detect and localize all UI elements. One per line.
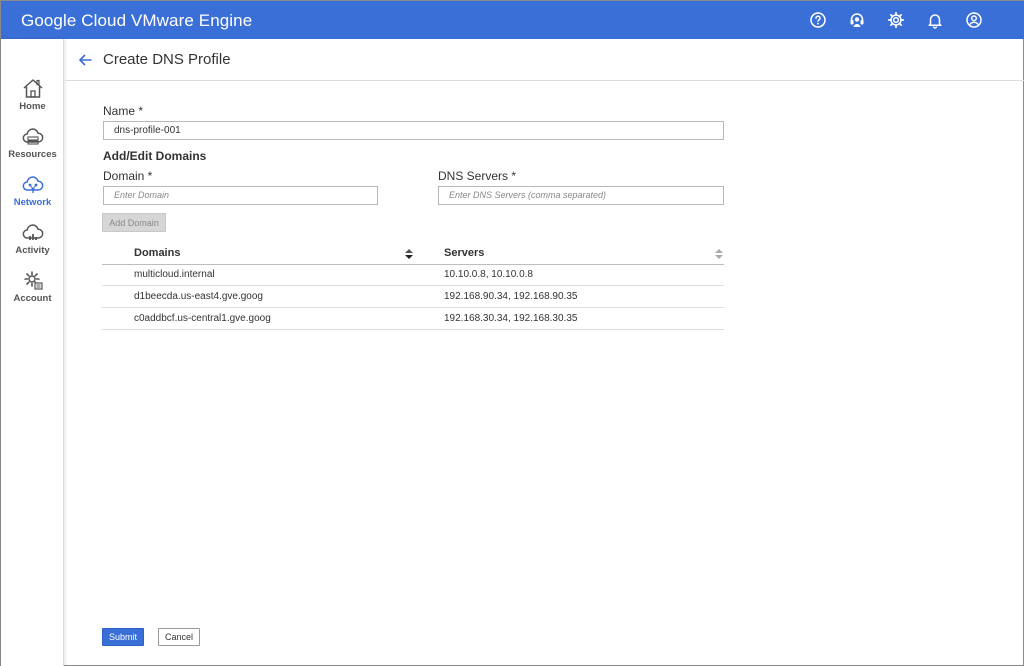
sort-icon[interactable] bbox=[404, 247, 414, 259]
column-header-servers[interactable]: Servers bbox=[444, 242, 484, 264]
domain-label: Domain * bbox=[103, 169, 153, 183]
app-window: Google Cloud VMware Engine Home Resource… bbox=[0, 0, 1024, 666]
add-edit-domains-title: Add/Edit Domains bbox=[103, 149, 207, 163]
sort-icon[interactable] bbox=[714, 247, 724, 259]
sidebar-item-home[interactable]: Home bbox=[1, 77, 64, 121]
servers-cell: 192.168.30.34, 192.168.30.35 bbox=[444, 313, 578, 324]
sidebar-item-activity[interactable]: Activity bbox=[1, 221, 64, 265]
domain-cell: multicloud.internal bbox=[134, 269, 215, 280]
sidebar: Home Resources Network Activity Account bbox=[1, 39, 64, 666]
add-domain-button[interactable]: Add Domain bbox=[102, 213, 166, 232]
table-row[interactable]: c0addbcf.us-central1.gve.goog 192.168.30… bbox=[102, 308, 724, 330]
page-title: Create DNS Profile bbox=[103, 51, 231, 68]
table-row[interactable]: d1beecda.us-east4.gve.goog 192.168.90.34… bbox=[102, 286, 724, 308]
app-title: Google Cloud VMware Engine bbox=[21, 11, 253, 30]
sidebar-item-label: Resources bbox=[8, 149, 57, 160]
settings-icon[interactable] bbox=[887, 11, 905, 29]
servers-cell: 10.10.0.8, 10.10.0.8 bbox=[444, 269, 533, 280]
home-icon bbox=[23, 79, 42, 98]
servers-cell: 192.168.90.34, 192.168.90.35 bbox=[444, 291, 578, 302]
submit-button[interactable]: Submit bbox=[102, 628, 144, 646]
dns-servers-input[interactable] bbox=[438, 186, 724, 205]
help-icon[interactable] bbox=[809, 11, 827, 29]
cloud-icon bbox=[22, 128, 43, 145]
notifications-icon[interactable] bbox=[926, 11, 944, 29]
sidebar-item-resources[interactable]: Resources bbox=[1, 125, 64, 169]
top-bar: Google Cloud VMware Engine bbox=[1, 1, 1024, 39]
network-cloud-icon bbox=[22, 176, 43, 193]
sidebar-item-label: Account bbox=[13, 293, 52, 304]
sidebar-item-label: Home bbox=[19, 101, 46, 112]
domain-input[interactable] bbox=[103, 186, 378, 205]
sidebar-item-label: Activity bbox=[15, 245, 50, 256]
column-header-domains[interactable]: Domains bbox=[134, 242, 180, 264]
domain-cell: d1beecda.us-east4.gve.goog bbox=[134, 291, 263, 302]
user-account-icon[interactable] bbox=[965, 11, 983, 29]
sidebar-item-account[interactable]: Account bbox=[1, 269, 64, 313]
back-arrow-icon[interactable] bbox=[77, 52, 93, 68]
domain-cell: c0addbcf.us-central1.gve.goog bbox=[134, 313, 271, 324]
name-field[interactable] bbox=[103, 121, 724, 140]
activity-cloud-icon bbox=[22, 224, 43, 240]
account-gear-icon bbox=[23, 271, 43, 290]
sidebar-item-network[interactable]: Network bbox=[1, 173, 64, 217]
sidebar-item-label: Network bbox=[13, 197, 52, 208]
page-header: Create DNS Profile bbox=[65, 39, 1024, 81]
cancel-button[interactable]: Cancel bbox=[158, 628, 200, 646]
support-icon[interactable] bbox=[848, 11, 866, 29]
table-row[interactable]: multicloud.internal 10.10.0.8, 10.10.0.8 bbox=[102, 264, 724, 286]
name-label: Name * bbox=[103, 104, 144, 118]
dns-servers-label: DNS Servers * bbox=[438, 169, 517, 183]
